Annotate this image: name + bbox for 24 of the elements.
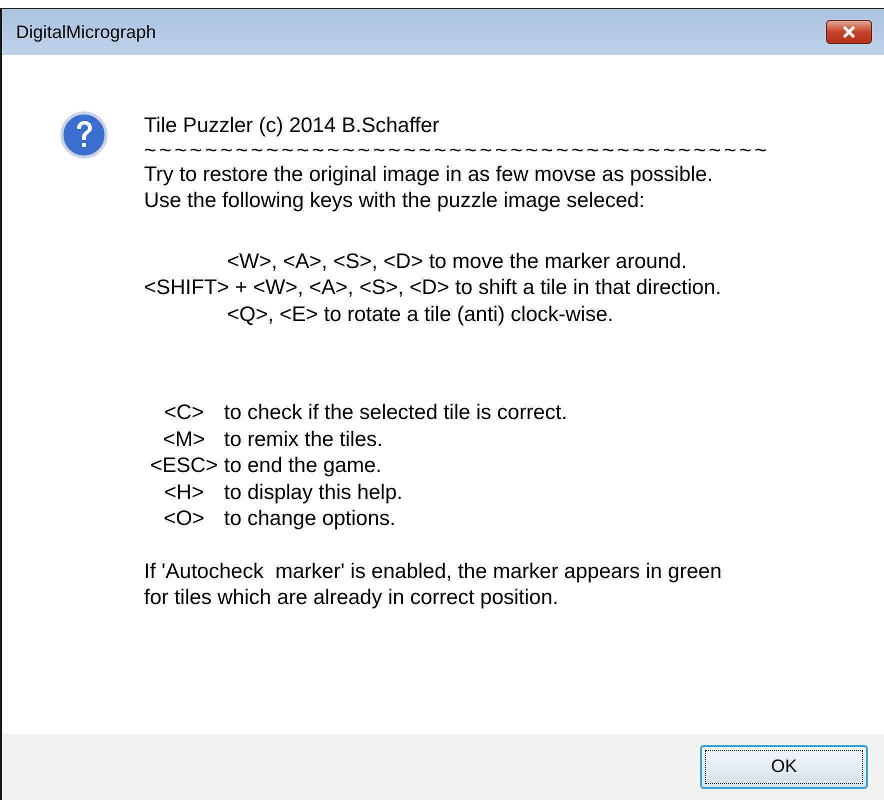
question-icon bbox=[60, 111, 108, 159]
note-text: for tiles which are already in correct position. bbox=[144, 585, 560, 611]
note-text: If 'Autocheck marker' is enabled, the marker appears in green bbox=[144, 558, 723, 584]
intro-text: Use the following keys with the puzzle image seleced: bbox=[144, 188, 646, 214]
key-label: <H> bbox=[164, 480, 204, 506]
key-instruction: <SHIFT> + <W>, <A>, <S>, <D> to shift a tile in that direction. bbox=[144, 275, 722, 301]
intro-text: Try to restore the original image in as few movse as possible. bbox=[144, 162, 714, 188]
key-label: <C> bbox=[164, 400, 204, 426]
key-label: <O> bbox=[164, 506, 204, 532]
key-description: to check if the selected tile is correct. bbox=[224, 400, 568, 426]
key-instruction: <Q>, <E> to rotate a tile (anti) clock-wise. bbox=[227, 302, 614, 328]
message-heading: Tile Puzzler (c) 2014 B.Schaffer bbox=[144, 113, 440, 139]
separator-text: ~~~~~~~~~~~~~~~~~~~~~~~~~~~~~~~~~~~~~~~~~ bbox=[144, 140, 770, 162]
close-button[interactable] bbox=[826, 20, 872, 44]
key-description: to end the game. bbox=[224, 453, 382, 479]
key-label: <ESC> bbox=[150, 453, 218, 479]
key-description: to display this help. bbox=[224, 480, 403, 506]
ok-button[interactable]: OK bbox=[700, 744, 868, 788]
key-label: <M> bbox=[162, 426, 206, 452]
key-instruction: <W>, <A>, <S>, <D> to move the marker around. bbox=[227, 248, 688, 274]
key-description: to change options. bbox=[224, 506, 396, 532]
key-description: to remix the tiles. bbox=[224, 426, 383, 452]
window-title: DigitalMicrograph bbox=[16, 22, 156, 42]
close-icon bbox=[842, 26, 856, 38]
